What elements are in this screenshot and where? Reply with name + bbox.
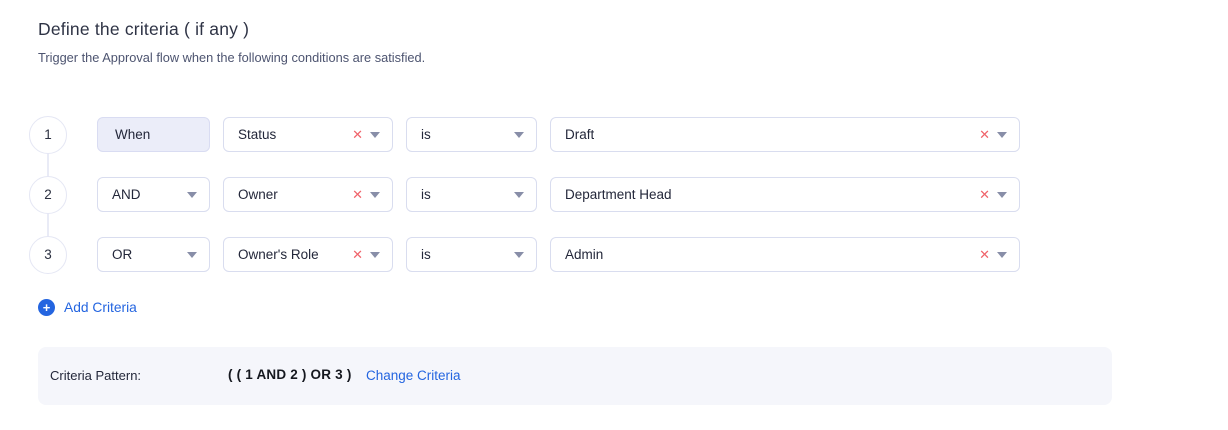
value-select-row1[interactable]: Draft ✕	[550, 117, 1020, 152]
clear-field-icon[interactable]: ✕	[352, 128, 363, 141]
page-subtitle: Trigger the Approval flow when the follo…	[38, 50, 426, 65]
chevron-down-icon[interactable]	[187, 191, 197, 198]
operator-select-row3[interactable]: is	[406, 237, 537, 272]
add-criteria-label[interactable]: Add Criteria	[64, 300, 137, 315]
criteria-builder-panel: Define the criteria ( if any ) Trigger t…	[0, 0, 1228, 430]
chevron-down-icon[interactable]	[514, 251, 524, 258]
value-select-value: Draft	[565, 127, 595, 142]
field-select-row3[interactable]: Owner's Role ✕	[223, 237, 393, 272]
when-label-chip: When	[97, 117, 210, 152]
chevron-down-icon[interactable]	[370, 131, 380, 138]
field-select-value: Owner	[238, 187, 278, 202]
chevron-down-icon[interactable]	[997, 131, 1007, 138]
value-select-row3[interactable]: Admin ✕	[550, 237, 1020, 272]
logic-select-value: OR	[112, 247, 133, 262]
chevron-down-icon[interactable]	[370, 251, 380, 258]
row-number-badge: 2	[29, 175, 67, 214]
criteria-pattern-bar: Criteria Pattern: ( ( 1 AND 2 ) OR 3 ) C…	[38, 347, 1112, 405]
chevron-down-icon[interactable]	[370, 191, 380, 198]
logic-select-row3[interactable]: OR	[97, 237, 210, 272]
field-select-value: Owner's Role	[238, 247, 319, 262]
value-select-value: Admin	[565, 247, 604, 262]
criteria-pattern-label: Criteria Pattern:	[50, 368, 142, 383]
value-select-row2[interactable]: Department Head ✕	[550, 177, 1020, 212]
clear-value-icon[interactable]: ✕	[979, 128, 990, 141]
chevron-down-icon[interactable]	[514, 131, 524, 138]
chevron-down-icon[interactable]	[187, 251, 197, 258]
add-criteria-button[interactable]: + Add Criteria	[38, 299, 137, 316]
plus-circle-icon[interactable]: +	[38, 299, 55, 316]
field-select-row1[interactable]: Status ✕	[223, 117, 393, 152]
field-select-value: Status	[238, 127, 277, 142]
row-number-badge: 1	[29, 115, 67, 154]
change-criteria-link[interactable]: Change Criteria	[366, 368, 461, 383]
clear-value-icon[interactable]: ✕	[979, 188, 990, 201]
operator-select-value: is	[421, 127, 431, 142]
logic-select-value: AND	[112, 187, 141, 202]
chevron-down-icon[interactable]	[997, 191, 1007, 198]
operator-select-row1[interactable]: is	[406, 117, 537, 152]
row-number-badge: 3	[29, 235, 67, 274]
logic-select-row2[interactable]: AND	[97, 177, 210, 212]
operator-select-row2[interactable]: is	[406, 177, 537, 212]
field-select-row2[interactable]: Owner ✕	[223, 177, 393, 212]
clear-value-icon[interactable]: ✕	[979, 248, 990, 261]
clear-field-icon[interactable]: ✕	[352, 188, 363, 201]
when-label: When	[115, 127, 151, 142]
chevron-down-icon[interactable]	[514, 191, 524, 198]
chevron-down-icon[interactable]	[997, 251, 1007, 258]
operator-select-value: is	[421, 187, 431, 202]
criteria-pattern-value: ( ( 1 AND 2 ) OR 3 )	[228, 367, 352, 382]
clear-field-icon[interactable]: ✕	[352, 248, 363, 261]
value-select-value: Department Head	[565, 187, 672, 202]
page-title: Define the criteria ( if any )	[38, 19, 250, 39]
operator-select-value: is	[421, 247, 431, 262]
